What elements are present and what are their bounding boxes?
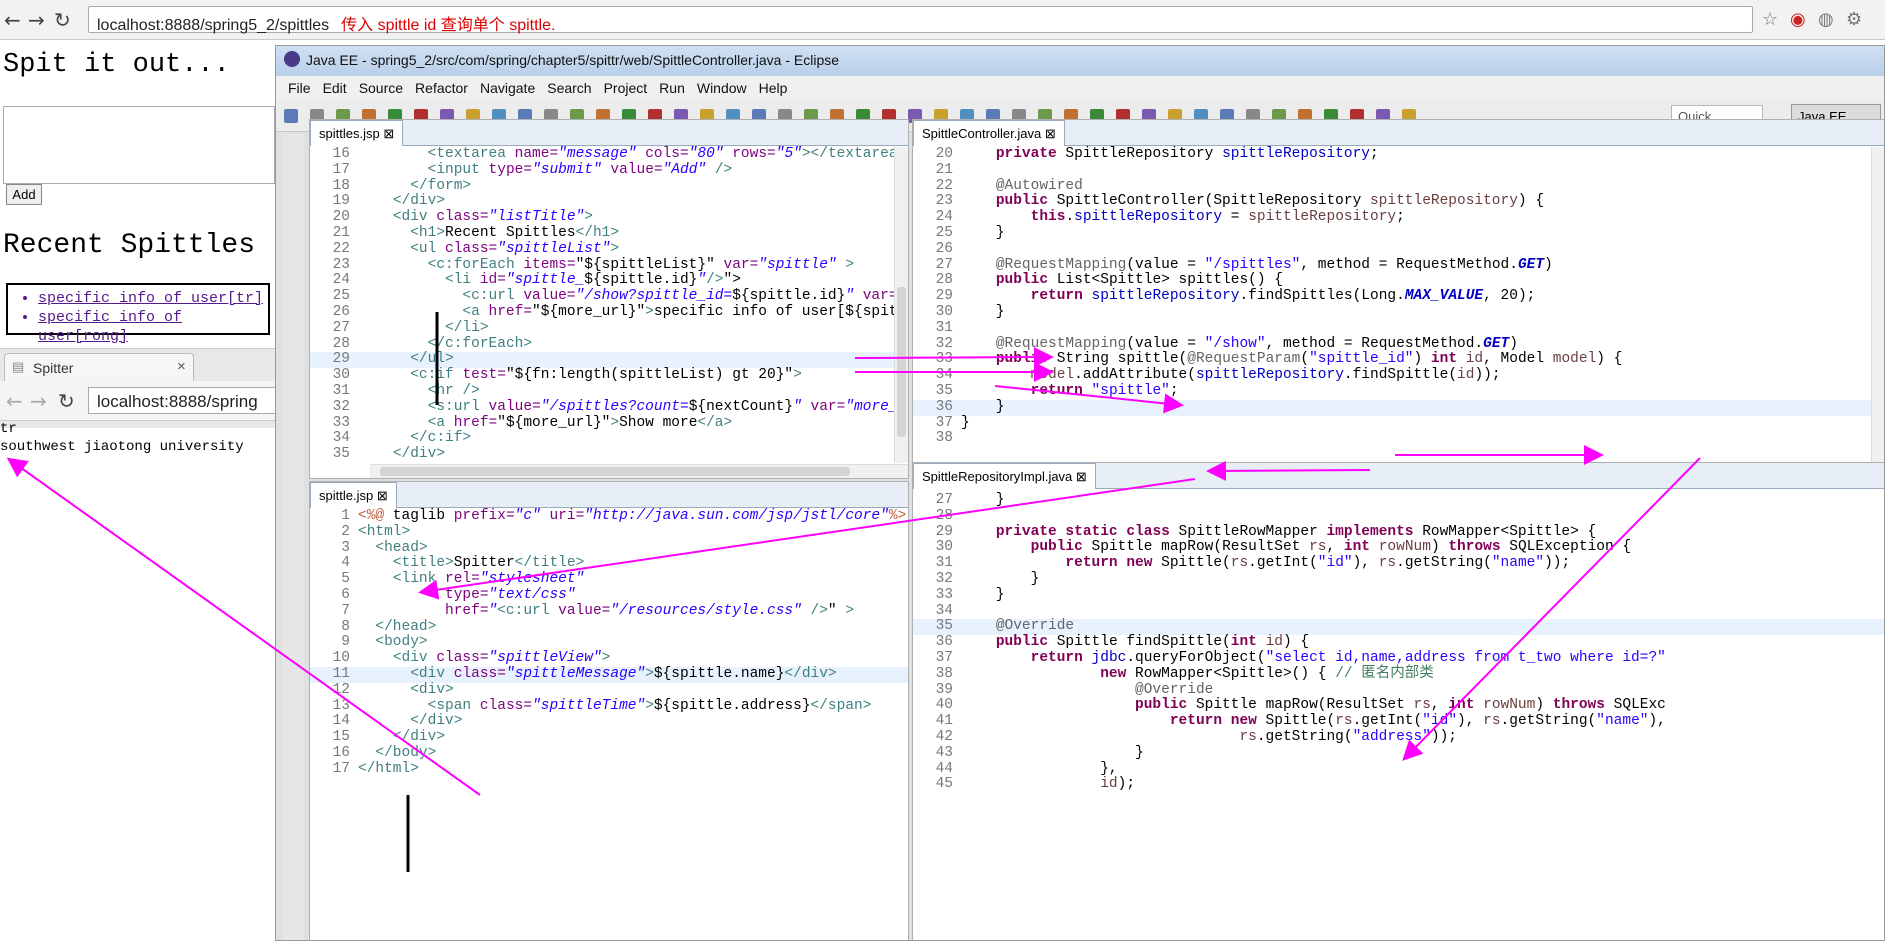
arrow-to-result: [6, 457, 481, 796]
arrow-show-url: [854, 347, 1054, 368]
arrow-return-view: [1206, 460, 1371, 481]
arrow-to-repository: [1402, 457, 1701, 761]
arrow-to-view: [418, 478, 1196, 600]
arrow-to-request-mapping: [994, 385, 1184, 414]
annotation-overlay: [6, 312, 1701, 872]
